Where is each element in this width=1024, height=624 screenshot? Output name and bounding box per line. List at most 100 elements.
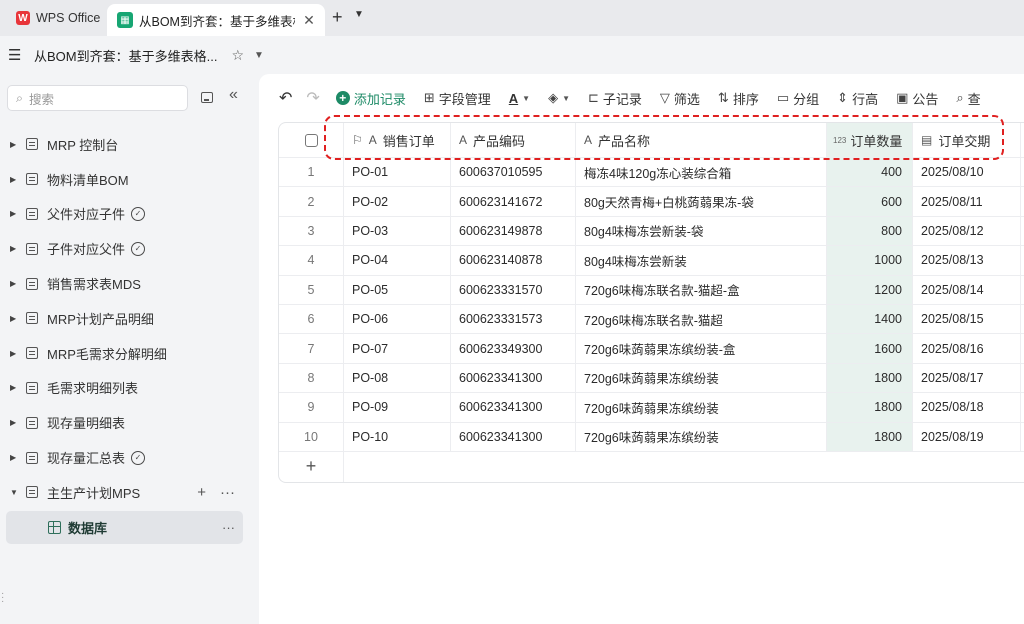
menu-icon[interactable]: ☰	[8, 46, 24, 64]
cell-product-code[interactable]: 600623349300	[451, 334, 576, 363]
group-button[interactable]: ▭ 分组	[777, 89, 819, 108]
cell-product-code[interactable]: 600623341300	[451, 363, 576, 393]
column-header-product-code[interactable]: A 产品编码	[451, 123, 576, 157]
cell-delivery-date[interactable]: 2025/08/17	[913, 363, 1021, 393]
add-row[interactable]: +	[279, 451, 1024, 482]
caret-right-icon[interactable]: ▶	[10, 244, 26, 253]
redo-icon[interactable]: ↷	[306, 88, 319, 108]
sidebar-item-child-parent[interactable]: ▶ 子件对应父件 ✓	[0, 231, 259, 266]
caret-right-icon[interactable]: ▶	[10, 453, 26, 462]
caret-down-icon[interactable]: ▼	[10, 488, 26, 497]
cell-order-qty[interactable]: 1400	[827, 304, 913, 334]
sidebar-item-database[interactable]: 数据库 ···	[6, 510, 243, 544]
cell-delivery-date[interactable]: 2025/08/14	[913, 275, 1021, 304]
sidebar-item-stock-detail[interactable]: ▶ 现存量明细表	[0, 405, 259, 440]
filter-button[interactable]: ▽ 筛选	[660, 89, 700, 108]
cell-sales-order[interactable]: PO-06	[344, 304, 451, 334]
cell-sales-order[interactable]: PO-01	[344, 158, 451, 187]
cell-sales-order[interactable]: PO-10	[344, 422, 451, 451]
cell-product-code[interactable]: 600623149878	[451, 216, 576, 246]
cell-delivery-date[interactable]: 2025/08/15	[913, 304, 1021, 334]
table-row[interactable]: 2 PO-02 600623141672 80g天然青梅+白桃蒟蒻果冻-袋 60…	[279, 187, 1024, 217]
table-row[interactable]: 3 PO-03 600623149878 80g4味梅冻尝新装-袋 800 20…	[279, 216, 1024, 247]
cell-product-name[interactable]: 720g6味梅冻联名款-猫超-盒	[576, 275, 827, 304]
font-color-button[interactable]: A ▼	[509, 91, 530, 106]
search-button[interactable]: ⌕ 查	[956, 89, 980, 108]
table-row[interactable]: 5 PO-05 600623331570 720g6味梅冻联名款-猫超-盒 12…	[279, 275, 1024, 305]
undo-icon[interactable]: ↶	[279, 88, 292, 108]
cell-sales-order[interactable]: PO-09	[344, 393, 451, 422]
cell-sales-order[interactable]: PO-02	[344, 187, 451, 216]
table-row[interactable]: 8 PO-08 600623341300 720g6味蒟蒻果冻缤纷装 1800 …	[279, 363, 1024, 394]
sidebar-item-stock-summary[interactable]: ▶ 现存量汇总表 ✓	[0, 440, 259, 475]
cell-sales-order[interactable]: PO-05	[344, 275, 451, 304]
cell-order-qty[interactable]: 600	[827, 187, 913, 216]
cell-product-name[interactable]: 80g天然青梅+白桃蒟蒻果冻-袋	[576, 187, 827, 216]
cell-product-code[interactable]: 600623341300	[451, 422, 576, 451]
table-row[interactable]: 6 PO-06 600623331573 720g6味梅冻联名款-猫超 1400…	[279, 304, 1024, 335]
sidebar-item-bom[interactable]: ▶ 物料清单BOM	[0, 162, 259, 197]
cell-sales-order[interactable]: PO-04	[344, 246, 451, 275]
add-tab-button[interactable]: +	[332, 7, 343, 28]
collapse-sidebar-icon[interactable]: «	[229, 86, 238, 104]
panel-icon[interactable]	[201, 92, 213, 103]
cell-product-name[interactable]: 梅冻4味120g冻心装综合箱	[576, 158, 827, 187]
tab-list-chevron-icon[interactable]: ▼	[354, 9, 364, 20]
caret-right-icon[interactable]: ▶	[10, 383, 26, 392]
cell-product-code[interactable]: 600623140878	[451, 246, 576, 275]
sidebar-item-gross-list[interactable]: ▶ 毛需求明细列表	[0, 371, 259, 406]
cell-order-qty[interactable]: 400	[827, 158, 913, 187]
cell-product-name[interactable]: 720g6味蒟蒻果冻缤纷装	[576, 363, 827, 393]
table-row[interactable]: 4 PO-04 600623140878 80g4味梅冻尝新装 1000 202…	[279, 246, 1024, 276]
cell-product-name[interactable]: 720g6味蒟蒻果冻缤纷装-盒	[576, 334, 827, 363]
close-icon[interactable]: ✕	[301, 12, 317, 29]
row-height-button[interactable]: ⇕ 行高	[837, 89, 878, 108]
cell-delivery-date[interactable]: 2025/08/16	[913, 334, 1021, 363]
sort-button[interactable]: ⇅ 排序	[718, 89, 759, 108]
cell-order-qty[interactable]: 1800	[827, 363, 913, 393]
caret-right-icon[interactable]: ▶	[10, 279, 26, 288]
caret-right-icon[interactable]: ▶	[10, 175, 26, 184]
add-record-button[interactable]: + 添加记录	[335, 89, 406, 108]
add-row-icon[interactable]: +	[279, 451, 344, 482]
cell-sales-order[interactable]: PO-08	[344, 363, 451, 393]
more-icon[interactable]: ···	[220, 484, 235, 501]
cell-order-qty[interactable]: 1600	[827, 334, 913, 363]
select-all-checkbox[interactable]	[304, 133, 318, 147]
more-icon[interactable]: ···	[222, 520, 235, 535]
document-title[interactable]: 从BOM到齐套：基于多维表格...	[34, 46, 217, 65]
add-icon[interactable]: +	[197, 484, 206, 501]
cell-delivery-date[interactable]: 2025/08/11	[913, 187, 1021, 216]
cell-product-name[interactable]: 720g6味梅冻联名款-猫超	[576, 304, 827, 334]
caret-right-icon[interactable]: ▶	[10, 349, 26, 358]
table-row[interactable]: 7 PO-07 600623349300 720g6味蒟蒻果冻缤纷装-盒 160…	[279, 334, 1024, 364]
column-header-order-qty[interactable]: 123 订单数量	[827, 123, 913, 157]
sub-record-button[interactable]: ⊏ 子记录	[588, 89, 642, 108]
table-row[interactable]: 9 PO-09 600623341300 720g6味蒟蒻果冻缤纷装 1800 …	[279, 393, 1024, 423]
notice-button[interactable]: ▣ 公告	[896, 89, 938, 108]
star-icon[interactable]: ☆	[231, 47, 244, 64]
caret-right-icon[interactable]: ▶	[10, 314, 26, 323]
cell-delivery-date[interactable]: 2025/08/10	[913, 158, 1021, 187]
sidebar-item-mrp-console[interactable]: ▶ MRP 控制台	[0, 127, 259, 162]
sidebar-item-mds[interactable]: ▶ 销售需求表MDS	[0, 266, 259, 301]
cell-delivery-date[interactable]: 2025/08/19	[913, 422, 1021, 451]
resize-handle[interactable]: · · ·	[1, 589, 4, 607]
cell-product-code[interactable]: 600637010595	[451, 158, 576, 187]
sidebar-item-mrp-gross[interactable]: ▶ MRP毛需求分解明细	[0, 336, 259, 371]
caret-right-icon[interactable]: ▶	[10, 209, 26, 218]
cell-order-qty[interactable]: 1800	[827, 422, 913, 451]
column-header-sales-order[interactable]: ⚐ A 销售订单	[344, 123, 451, 157]
cell-delivery-date[interactable]: 2025/08/18	[913, 393, 1021, 422]
cell-product-name[interactable]: 80g4味梅冻尝新装-袋	[576, 216, 827, 246]
cell-product-code[interactable]: 600623331570	[451, 275, 576, 304]
cell-product-code[interactable]: 600623331573	[451, 304, 576, 334]
cell-product-code[interactable]: 600623341300	[451, 393, 576, 422]
caret-right-icon[interactable]: ▶	[10, 418, 26, 427]
chevron-down-icon[interactable]: ▼	[254, 50, 264, 61]
sidebar-item-mrp-plan[interactable]: ▶ MRP计划产品明细	[0, 301, 259, 336]
cell-delivery-date[interactable]: 2025/08/13	[913, 246, 1021, 275]
cell-order-qty[interactable]: 1000	[827, 246, 913, 275]
field-manage-button[interactable]: ⊞ 字段管理	[424, 89, 491, 108]
cell-product-name[interactable]: 80g4味梅冻尝新装	[576, 246, 827, 275]
